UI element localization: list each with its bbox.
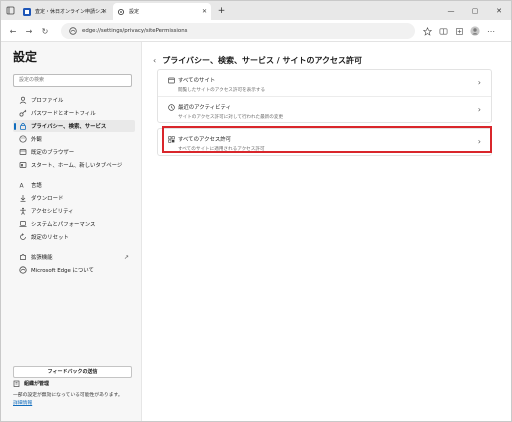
- person-icon: [19, 96, 27, 104]
- site-favicon-icon: [23, 7, 31, 16]
- split-screen-icon[interactable]: [437, 25, 449, 37]
- back-icon[interactable]: ←: [7, 25, 19, 37]
- sidebar-item-downloads[interactable]: ダウンロード: [13, 192, 135, 204]
- settings-main: ‹ プライバシー、検索、サービス / サイトのアクセス許可 すべてのサイト 閲覧…: [143, 42, 511, 421]
- sidebar-item-label: スタート、ホーム、新しいタブページ: [31, 163, 123, 169]
- sidebar-item-label: アクセシビリティ: [31, 209, 74, 215]
- back-chevron-icon[interactable]: ‹: [153, 56, 156, 65]
- sidebar-item-label: ダウンロード: [31, 196, 64, 202]
- palette-icon: [19, 135, 27, 143]
- sites-icon: [168, 77, 175, 84]
- navigation-bar: ← → ↻ edge://settings/privacy/sitePermis…: [1, 20, 511, 42]
- tab-strip: 査定・休日オンライン申請システム ✕ 設定 ✕ + — ▢ ✕: [1, 1, 511, 20]
- language-icon: A: [19, 181, 27, 190]
- tab-actions-icon[interactable]: [4, 4, 17, 17]
- sidebar-item-privacy[interactable]: プライバシー、検索、サービス: [13, 120, 135, 132]
- accessibility-icon: [19, 207, 27, 215]
- sidebar-item-label: プロファイル: [31, 98, 64, 104]
- address-url: edge://settings/privacy/sitePermissions: [82, 28, 188, 34]
- building-icon: [13, 380, 20, 387]
- sidebar-item-about[interactable]: Microsoft Edge について: [13, 264, 135, 276]
- close-window-icon[interactable]: ✕: [487, 1, 511, 20]
- home-icon: [19, 161, 27, 169]
- feedback-button[interactable]: フィードバックの送信: [13, 366, 132, 378]
- svg-text:A: A: [20, 183, 25, 190]
- managed-by-org: 組織が管理: [13, 380, 49, 387]
- row-recent-activity[interactable]: 最近のアクティビティ サイトのアクセス許可に対して行われた最新の変更 ›: [158, 96, 491, 122]
- settings-sidebar: 設定 設定の検索 プロファイル パスワードとオートフィル プライバシー、検索、サ…: [1, 42, 142, 421]
- sidebar-item-label: 設定のリセット: [31, 235, 69, 241]
- browser-window: 査定・休日オンライン申請システム ✕ 設定 ✕ + — ▢ ✕ ← → ↻ ed…: [0, 0, 512, 422]
- row-all-sites[interactable]: すべてのサイト 閲覧したサイトのアクセス許可を表示する ›: [158, 70, 491, 96]
- tab-close-icon[interactable]: ✕: [102, 8, 107, 15]
- sidebar-item-label: 外観: [31, 137, 42, 143]
- more-menu-icon[interactable]: ⋯: [485, 25, 497, 37]
- highlight-box: [162, 126, 492, 153]
- maximize-icon[interactable]: ▢: [463, 1, 487, 20]
- external-link-icon: ↗: [123, 253, 129, 261]
- managed-label: 組織が管理: [24, 381, 50, 387]
- minimize-icon[interactable]: —: [439, 1, 463, 20]
- tab-settings[interactable]: 設定 ✕: [113, 3, 211, 20]
- collections-icon[interactable]: [453, 25, 465, 37]
- sidebar-item-system[interactable]: システムとパフォーマンス: [13, 218, 135, 230]
- details-link[interactable]: 詳細情報: [13, 399, 32, 406]
- page-title: プライバシー、検索、サービス / サイトのアクセス許可: [162, 56, 363, 65]
- sidebar-item-label: パスワードとオートフィル: [31, 111, 96, 117]
- sidebar-title: 設定: [13, 50, 38, 64]
- row-description: 閲覧したサイトのアクセス許可を表示する: [178, 88, 266, 93]
- sidebar-item-passwords[interactable]: パスワードとオートフィル: [13, 107, 135, 119]
- edge-icon: [19, 266, 27, 274]
- new-tab-icon[interactable]: +: [215, 4, 228, 17]
- sidebar-item-accessibility[interactable]: アクセシビリティ: [13, 205, 135, 217]
- sidebar-item-reset[interactable]: 設定のリセット: [13, 231, 135, 243]
- tab-close-icon[interactable]: ✕: [202, 8, 207, 15]
- browser-icon: [19, 148, 27, 156]
- clock-icon: [168, 103, 175, 111]
- sidebar-item-start-home[interactable]: スタート、ホーム、新しいタブページ: [13, 159, 135, 171]
- sidebar-item-label: 言語: [31, 183, 42, 189]
- tab-inactive[interactable]: 査定・休日オンライン申請システム ✕: [19, 3, 111, 20]
- row-title: 最近のアクティビティ: [178, 105, 231, 111]
- settings-search-input[interactable]: 設定の検索: [13, 74, 132, 87]
- tab-label: 査定・休日オンライン申請システム: [35, 9, 105, 15]
- sidebar-item-profiles[interactable]: プロファイル: [13, 94, 135, 106]
- sidebar-item-label: システムとパフォーマンス: [31, 222, 96, 228]
- download-icon: [19, 194, 27, 202]
- laptop-icon: [19, 220, 27, 228]
- favorite-star-icon[interactable]: [421, 25, 433, 37]
- key-icon: [19, 109, 27, 117]
- puzzle-icon: [19, 253, 27, 261]
- profile-avatar-icon[interactable]: [469, 25, 481, 37]
- sidebar-item-default-browser[interactable]: 既定のブラウザー: [13, 146, 135, 158]
- address-bar[interactable]: edge://settings/privacy/sitePermissions: [61, 23, 415, 39]
- sidebar-item-label: 既定のブラウザー: [31, 150, 75, 156]
- sidebar-item-appearance[interactable]: 外観: [13, 133, 135, 145]
- row-title: すべてのサイト: [178, 78, 216, 84]
- breadcrumb: ‹ プライバシー、検索、サービス / サイトのアクセス許可: [153, 55, 362, 66]
- lock-icon: [19, 122, 27, 130]
- forward-icon[interactable]: →: [23, 25, 35, 37]
- sidebar-item-languages[interactable]: A 言語: [13, 179, 135, 191]
- sidebar-item-extensions[interactable]: 拡張機能 ↗: [13, 251, 135, 263]
- managed-note: 一部の設定が無効になっている可能性があります。: [13, 393, 123, 398]
- refresh-icon[interactable]: ↻: [39, 25, 51, 37]
- row-description: サイトのアクセス許可に対して行われた最新の変更: [178, 115, 284, 120]
- chevron-right-icon: ›: [477, 78, 481, 87]
- sidebar-item-label: 拡張機能: [31, 255, 53, 261]
- sidebar-item-label: プライバシー、検索、サービス: [31, 124, 107, 130]
- sidebar-item-label: Microsoft Edge について: [31, 268, 94, 274]
- site-permissions-card: すべてのサイト 閲覧したサイトのアクセス許可を表示する › 最近のアクティビティ…: [157, 69, 492, 123]
- gear-icon: [117, 8, 125, 16]
- chevron-right-icon: ›: [477, 105, 481, 114]
- edge-page-icon: [69, 27, 77, 35]
- tab-label: 設定: [129, 9, 140, 15]
- reset-icon: [19, 233, 27, 241]
